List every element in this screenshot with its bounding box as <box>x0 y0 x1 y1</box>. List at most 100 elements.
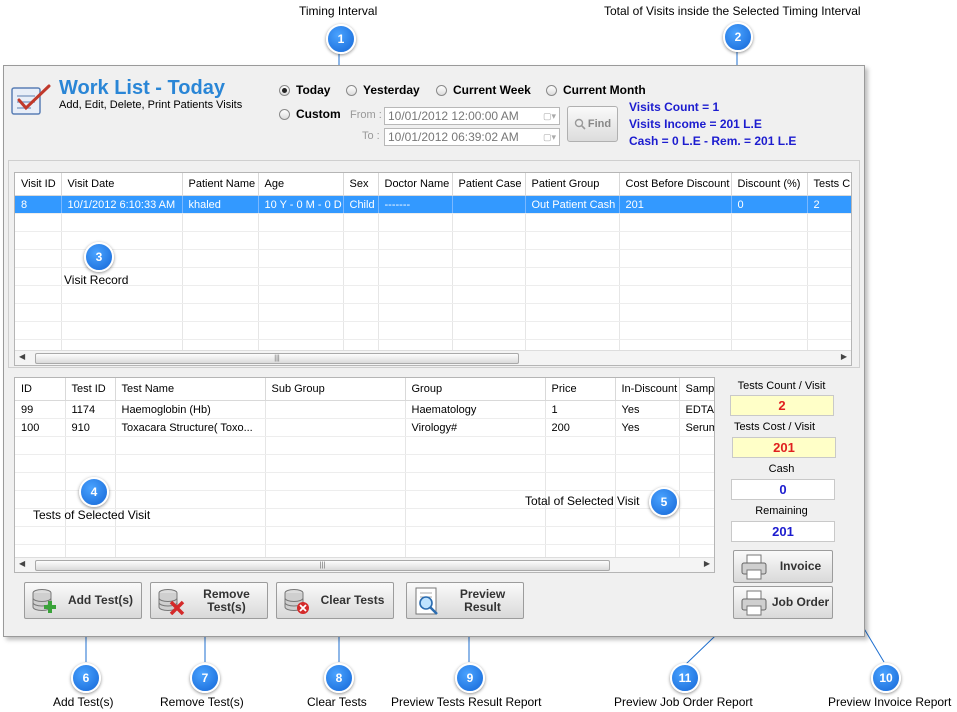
add-tests-label: Add Test(s) <box>67 593 134 607</box>
table-cell: 8 <box>15 195 62 214</box>
table-cell: 10 Y - 0 M - 0 D <box>258 195 344 214</box>
scroll-left-icon[interactable]: ◀ <box>19 559 25 568</box>
empty-cell <box>265 454 406 473</box>
empty-cell <box>807 231 851 250</box>
column-header[interactable]: Test Name <box>115 378 266 401</box>
empty-cell <box>405 472 546 491</box>
annotation-preview-invoice: Preview Invoice Report <box>828 695 952 709</box>
column-header[interactable]: Patient Group <box>525 173 620 196</box>
column-header[interactable]: In-Discount <box>615 378 680 401</box>
printer-icon <box>741 554 767 579</box>
annotation-timing-interval: Timing Interval <box>299 4 378 18</box>
database-clear-icon <box>284 588 309 614</box>
column-header[interactable]: Samp <box>679 378 714 401</box>
empty-row <box>15 267 851 286</box>
table-cell: 2 <box>807 195 851 214</box>
table-row[interactable]: 99 1174 Haemoglobin (Hb) Haematology 1 Yes EDT… <box>15 400 714 419</box>
scroll-thumb[interactable]: ||| <box>35 353 519 364</box>
empty-cell <box>15 303 62 322</box>
calendar-dropdown-icon[interactable]: ▢▾ <box>543 132 556 143</box>
table-cell: 1 <box>545 400 616 419</box>
column-header[interactable]: Patient Case <box>452 173 526 196</box>
column-header[interactable]: Patient Name <box>182 173 259 196</box>
table-row[interactable]: 100 910 Toxacara Structure( Toxo... Virolog… <box>15 418 714 437</box>
cash-label: Cash <box>768 463 795 475</box>
empty-cell <box>258 321 344 340</box>
empty-cell <box>343 267 379 286</box>
column-header[interactable]: Visit ID <box>15 173 62 196</box>
column-header[interactable]: Price <box>545 378 616 401</box>
empty-cell <box>619 303 732 322</box>
empty-cell <box>405 526 546 545</box>
callout-badge-10: 10 <box>871 663 901 693</box>
radio-yesterday[interactable]: Yesterday <box>346 83 420 97</box>
radio-custom[interactable]: Custom <box>279 107 341 121</box>
empty-cell <box>15 472 66 491</box>
empty-cell <box>619 321 732 340</box>
empty-row <box>15 526 714 545</box>
empty-cell <box>15 285 62 304</box>
table-cell: 99 <box>15 400 66 419</box>
visits-horizontal-scrollbar[interactable]: ◀ ||| ▶ <box>15 350 851 365</box>
radio-current-week-label: Current Week <box>453 83 531 97</box>
clear-tests-button[interactable]: Clear Tests <box>276 582 394 619</box>
empty-cell <box>15 436 66 455</box>
column-header[interactable]: Test ID <box>65 378 116 401</box>
empty-cell <box>258 231 344 250</box>
column-header[interactable]: Doctor Name <box>378 173 453 196</box>
column-header[interactable]: Sub Group <box>265 378 406 401</box>
tests-grid[interactable]: ID Test ID Test Name Sub Group Group Price In-… <box>14 377 715 573</box>
table-cell: 201 <box>619 195 732 214</box>
column-header[interactable]: Discount (%) <box>731 173 808 196</box>
invoice-button[interactable]: Invoice <box>733 550 833 583</box>
remove-tests-label: Remove Test(s) <box>203 586 250 614</box>
empty-cell <box>452 285 526 304</box>
to-date-picker[interactable]: 10/01/2012 06:39:02 AM ▢▾ <box>384 128 560 146</box>
radio-custom-label: Custom <box>296 107 341 121</box>
scroll-thumb[interactable]: ||| <box>35 560 610 571</box>
find-button[interactable]: Find <box>567 106 618 142</box>
column-header[interactable]: Age <box>258 173 344 196</box>
column-header[interactable]: Group <box>405 378 546 401</box>
column-header[interactable]: Sex <box>343 173 379 196</box>
radio-current-week[interactable]: Current Week <box>436 83 531 97</box>
preview-result-button[interactable]: Preview Result <box>406 582 524 619</box>
column-header[interactable]: Cost Before Discount <box>619 173 732 196</box>
scroll-right-icon[interactable]: ▶ <box>704 559 710 568</box>
empty-cell <box>115 490 266 509</box>
from-label: From : <box>350 109 382 121</box>
column-header[interactable]: ID <box>15 378 66 401</box>
empty-row <box>15 454 714 473</box>
empty-cell <box>61 231 183 250</box>
column-header[interactable]: Visit Date <box>61 173 183 196</box>
radio-current-month[interactable]: Current Month <box>546 83 646 97</box>
table-cell: Virology# <box>405 418 546 437</box>
empty-cell <box>265 472 406 491</box>
table-cell: ------- <box>378 195 453 214</box>
empty-cell <box>258 249 344 268</box>
callout-badge-7: 7 <box>190 663 220 693</box>
from-date-picker[interactable]: 10/01/2012 12:00:00 AM ▢▾ <box>384 107 560 125</box>
empty-cell <box>61 213 183 232</box>
empty-cell <box>452 267 526 286</box>
scroll-right-icon[interactable]: ▶ <box>841 352 847 361</box>
tests-cost-label: Tests Cost / Visit <box>733 421 816 433</box>
table-row[interactable]: 8 10/1/2012 6:10:33 AM khaled 10 Y - 0 M - … <box>15 195 851 214</box>
empty-cell <box>182 321 259 340</box>
database-add-icon <box>32 588 56 613</box>
empty-cell <box>258 267 344 286</box>
visits-grid[interactable]: Visit ID Visit Date Patient Name Age Sex Doct… <box>14 172 852 366</box>
add-tests-button[interactable]: Add Test(s) <box>24 582 142 619</box>
callout-badge-8: 8 <box>324 663 354 693</box>
magnifier-icon <box>574 118 586 130</box>
remove-tests-button[interactable]: Remove Test(s) <box>150 582 268 619</box>
column-header[interactable]: Tests C <box>807 173 851 196</box>
scroll-left-icon[interactable]: ◀ <box>19 352 25 361</box>
job-order-button[interactable]: Job Order <box>733 586 833 619</box>
calendar-dropdown-icon[interactable]: ▢▾ <box>543 111 556 122</box>
radio-today-indicator <box>279 84 290 96</box>
empty-cell <box>182 267 259 286</box>
empty-cell <box>619 249 732 268</box>
radio-today[interactable]: Today <box>279 83 330 97</box>
tests-horizontal-scrollbar[interactable]: ◀ ||| ▶ <box>15 557 714 572</box>
